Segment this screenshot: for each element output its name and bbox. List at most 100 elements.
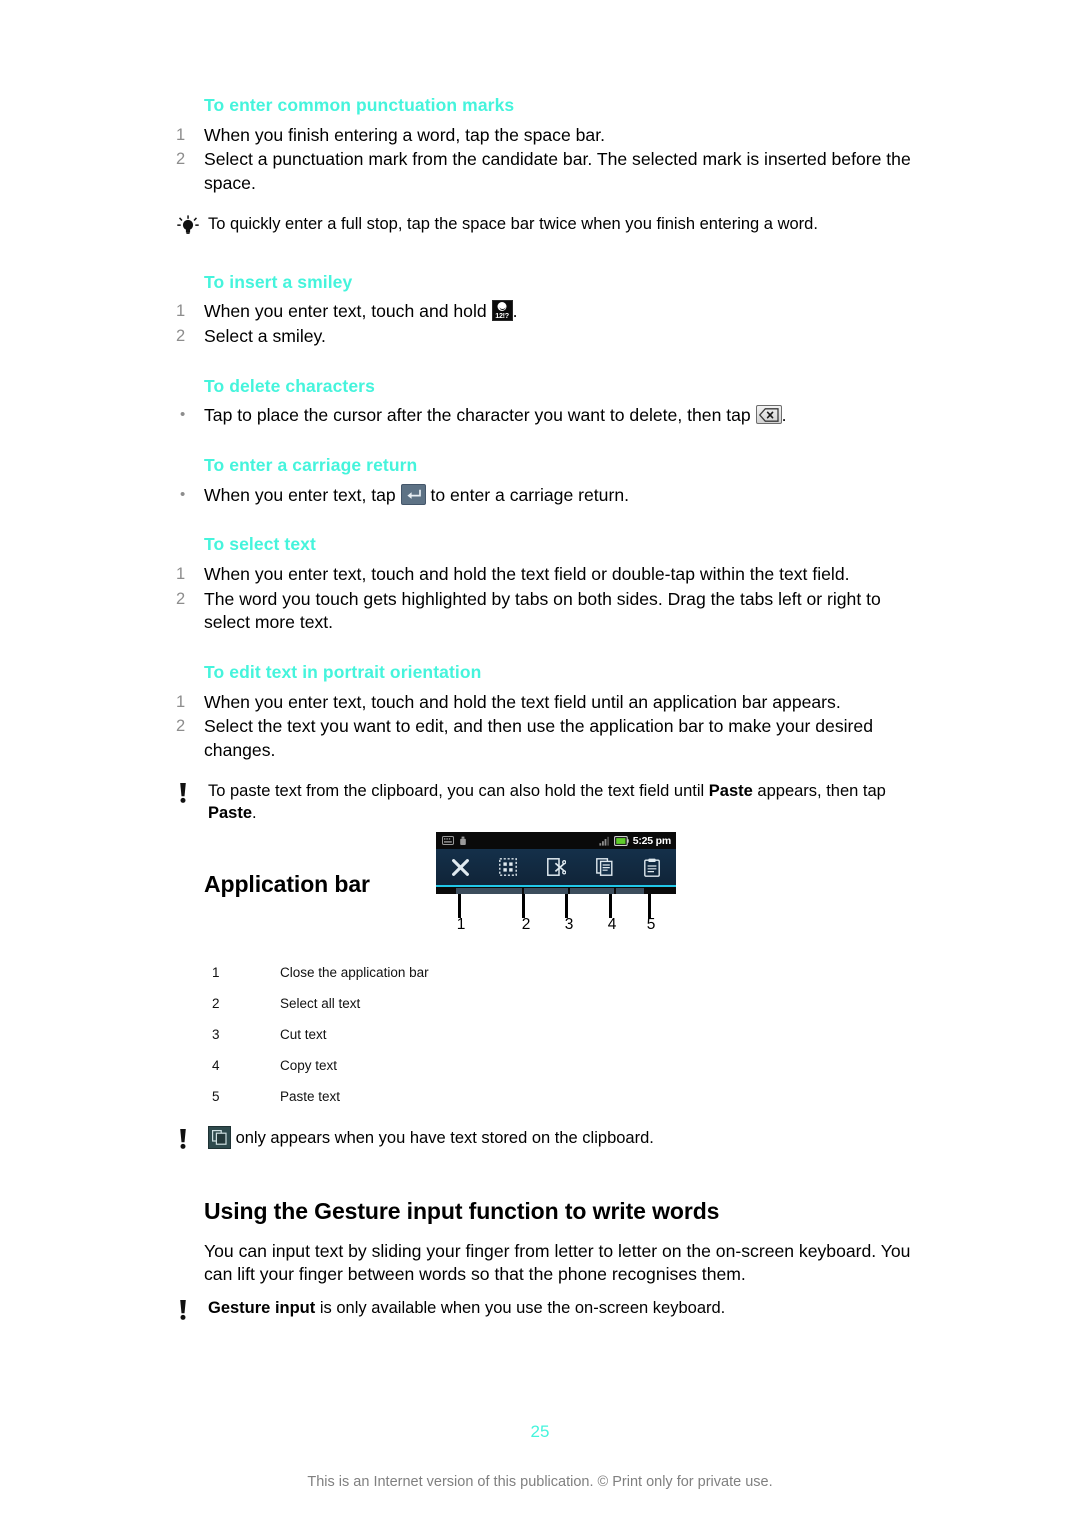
note-text: To paste text from the clipboard, you ca… xyxy=(208,780,916,824)
phone-status-bar: 5:25 pm xyxy=(436,832,676,849)
cut-icon xyxy=(546,858,566,876)
application-bar-figure: 5:25 pm 1 2 3 4 5 xyxy=(436,832,676,936)
table-row: 5 Paste text xyxy=(212,1081,732,1112)
document-page: To enter common punctuation marks 1 When… xyxy=(0,0,1080,1527)
gesture-input-body: You can input text by sliding your finge… xyxy=(204,1240,911,1285)
steps-delete: • Tap to place the cursor after the char… xyxy=(176,404,916,428)
status-bar-clock: 5:25 pm xyxy=(632,834,671,847)
exclamation-icon xyxy=(176,780,208,805)
appbar-button-cut[interactable] xyxy=(532,858,580,876)
list-item: 1 When you enter text, touch and hold th… xyxy=(176,691,916,715)
steps-smiley: 1 When you enter text, touch and hold 12… xyxy=(176,300,916,348)
list-item: 2 Select a punctuation mark from the can… xyxy=(176,148,916,195)
smiley-key-label: 12!? xyxy=(495,311,509,321)
legend-label: Close the application bar xyxy=(280,964,429,980)
appbar-button-close[interactable] xyxy=(436,858,484,877)
legend-number: 2 xyxy=(212,995,220,1011)
callout-number: 2 xyxy=(521,916,531,933)
select-all-icon xyxy=(499,858,517,876)
callout-number: 1 xyxy=(456,916,466,933)
callout-number: 4 xyxy=(607,916,617,933)
step-text: Select a punctuation mark from the candi… xyxy=(204,149,911,193)
bullet-marker: • xyxy=(180,485,186,503)
step-text: The word you touch gets highlighted by t… xyxy=(204,588,881,633)
step-text: When you enter text, touch and hold the … xyxy=(204,691,841,712)
steps-select-text: 1 When you enter text, touch and hold th… xyxy=(176,563,916,635)
section-heading-punctuation: To enter common punctuation marks xyxy=(204,95,515,115)
enter-key-icon xyxy=(400,483,426,505)
smiley-face-glyph xyxy=(497,302,507,312)
list-item: 2 Select the text you want to edit, and … xyxy=(176,715,916,762)
legend-number: 5 xyxy=(212,1088,220,1104)
callout-leader-line xyxy=(648,894,651,918)
status-bar-left-icons xyxy=(436,836,467,846)
appbar-button-select-all[interactable] xyxy=(484,858,532,876)
list-item: 2 Select a smiley. xyxy=(176,325,916,349)
step-number: 2 xyxy=(176,150,186,169)
callout-leader-line xyxy=(458,894,461,918)
step-number: 1 xyxy=(176,565,186,584)
note-part-1: To paste text from the clipboard, you ca… xyxy=(208,781,709,800)
note-gesture-input: Gesture input is only available when you… xyxy=(176,1297,916,1322)
paste-icon xyxy=(644,858,660,877)
step-text-after: to enter a carriage return. xyxy=(425,484,629,505)
steps-edit-portrait: 1 When you enter text, touch and hold th… xyxy=(176,691,916,763)
note-bold-paste-2: Paste xyxy=(208,803,253,822)
bullet-marker: • xyxy=(180,406,186,424)
status-bar-right-icons: 5:25 pm xyxy=(599,832,671,849)
paste-icon xyxy=(208,1126,231,1149)
note-part-3: . xyxy=(252,803,257,822)
step-text: When you enter text, touch and hold 12!?… xyxy=(204,300,916,324)
legend-label: Select all text xyxy=(280,995,361,1011)
note-bold-gesture-input: Gesture input xyxy=(208,1298,316,1317)
legend-label: Cut text xyxy=(280,1026,327,1042)
appbar-button-copy[interactable] xyxy=(580,858,628,876)
step-text-before: When you enter text, tap xyxy=(204,484,401,505)
page-content-lower: only appears when you have text stored o… xyxy=(176,1126,916,1322)
steps-punctuation: 1 When you finish entering a word, tap t… xyxy=(176,124,916,196)
note-part-2: appears, then tap xyxy=(752,781,886,800)
list-item: 1 When you enter text, touch and hold th… xyxy=(176,563,916,587)
step-text: When you enter text, touch and hold the … xyxy=(204,564,850,585)
appbar-button-paste[interactable] xyxy=(628,858,676,877)
lightbulb-icon xyxy=(176,213,208,238)
note-gesture-text: is only available when you use the on-sc… xyxy=(315,1298,726,1317)
battery-icon xyxy=(613,835,629,846)
section-heading-gesture-input: Using the Gesture input function to writ… xyxy=(204,1198,720,1224)
backspace-key-icon xyxy=(755,405,782,425)
list-item: • When you enter text, tap to enter a ca… xyxy=(176,483,916,508)
note-bold-paste-1: Paste xyxy=(708,781,753,800)
step-text: Tap to place the cursor after the charac… xyxy=(204,404,916,428)
list-item: 1 When you finish entering a word, tap t… xyxy=(176,124,916,148)
footer-disclaimer: This is an Internet version of this publ… xyxy=(307,1474,773,1490)
steps-carriage-return: • When you enter text, tap to enter a ca… xyxy=(176,483,916,508)
phone-keyboard-strip xyxy=(436,887,676,894)
step-number: 1 xyxy=(176,302,186,321)
list-item: 1 When you enter text, touch and hold 12… xyxy=(176,300,916,324)
close-x-icon xyxy=(451,858,469,876)
step-number: 2 xyxy=(176,717,186,736)
table-row: 2 Select all text xyxy=(212,988,732,1019)
step-text-before: When you enter text, touch and hold xyxy=(204,301,492,322)
legend-label: Copy text xyxy=(280,1057,338,1073)
legend-number: 3 xyxy=(212,1026,220,1042)
usb-icon xyxy=(460,836,466,845)
phone-application-bar xyxy=(436,849,676,885)
table-row: 4 Copy text xyxy=(212,1050,732,1081)
figure-callouts: 1 2 3 4 5 xyxy=(436,894,676,936)
callout-leader-line xyxy=(609,894,612,918)
section-heading-carriage-return: To enter a carriage return xyxy=(204,455,418,475)
step-text: Select the text you want to edit, and th… xyxy=(204,716,873,760)
step-text-before: Tap to place the cursor after the charac… xyxy=(204,405,756,426)
section-heading-edit-portrait: To edit text in portrait orientation xyxy=(204,662,482,682)
section-heading-smiley: To insert a smiley xyxy=(204,271,353,292)
copy-icon xyxy=(595,858,612,876)
note-paste-clipboard: To paste text from the clipboard, you ca… xyxy=(176,780,916,824)
step-number: 2 xyxy=(176,327,186,345)
